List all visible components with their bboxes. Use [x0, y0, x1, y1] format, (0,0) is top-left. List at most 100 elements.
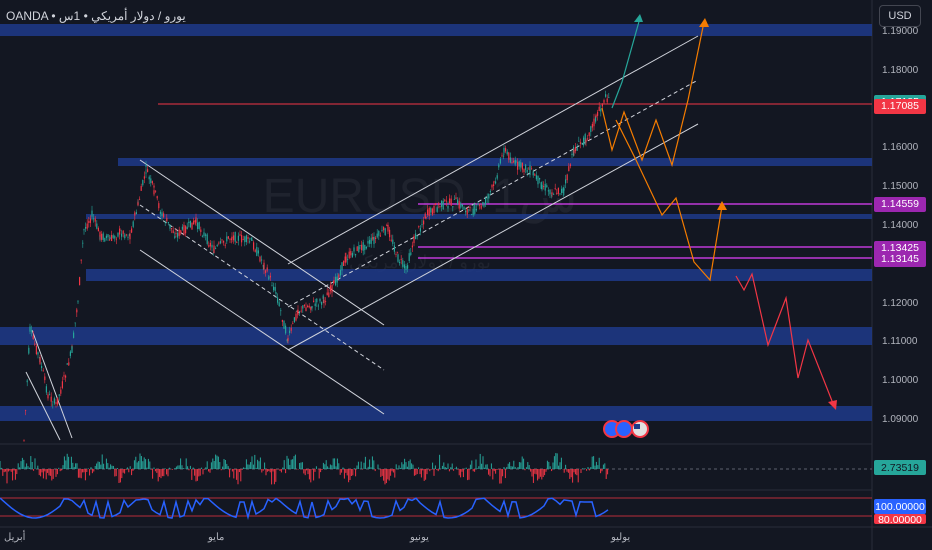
candle-body	[444, 199, 446, 202]
candle-body	[546, 185, 548, 188]
time-label-may: مايو	[208, 532, 225, 543]
candle-body	[139, 198, 141, 200]
candle-body	[407, 265, 409, 269]
candle-body	[89, 218, 91, 223]
candle-body	[372, 237, 374, 240]
neutral-projection-down[interactable]	[615, 119, 723, 282]
candle-body	[244, 236, 246, 243]
candlestick-series[interactable]	[23, 90, 610, 442]
candle-body	[278, 302, 280, 307]
candle-body	[153, 190, 155, 195]
event-icon-eu-2[interactable]	[615, 420, 633, 438]
zone-1142[interactable]	[86, 214, 872, 219]
candle-body	[188, 221, 190, 224]
candle-body	[461, 204, 463, 207]
oscillator-series[interactable]	[0, 453, 609, 485]
zone-119[interactable]	[0, 24, 872, 36]
candle-body	[197, 222, 199, 229]
candle-body	[331, 284, 333, 293]
candle-body	[588, 132, 590, 137]
candle-body	[529, 165, 531, 175]
candle-body	[373, 236, 375, 245]
candle-body	[581, 142, 583, 144]
early-channel[interactable]	[25, 329, 73, 441]
zone-1110[interactable]	[0, 327, 872, 345]
candle-body	[333, 280, 335, 284]
candle-body	[441, 200, 443, 207]
candle-body	[256, 247, 258, 256]
candle-body	[300, 310, 302, 312]
candle-body	[185, 226, 187, 234]
candle-body	[177, 233, 179, 238]
candle-body	[80, 259, 82, 261]
price-chart[interactable]: EURUSD, 1س يورو / دولار أمريكي	[0, 0, 932, 550]
candle-body	[200, 229, 202, 233]
candle-body	[63, 375, 65, 377]
candle-body	[458, 201, 460, 209]
candle-body	[532, 171, 534, 176]
candle-body	[254, 249, 256, 252]
economic-events[interactable]	[603, 420, 649, 438]
candle-body	[77, 301, 79, 303]
candle-body	[32, 335, 34, 340]
candle-body	[57, 397, 59, 405]
neutral-arrowhead-up	[699, 18, 709, 27]
currency-button[interactable]: USD	[879, 5, 921, 27]
candle-body	[69, 351, 71, 356]
candle-body	[402, 260, 404, 267]
candle-body	[579, 142, 581, 144]
candle-body	[541, 184, 543, 190]
candle-body	[203, 232, 205, 237]
candle-body	[31, 330, 33, 332]
candle-body	[143, 176, 145, 179]
candle-body	[102, 233, 104, 240]
candle-body	[566, 174, 568, 181]
candle-body	[498, 164, 500, 168]
candle-body	[397, 252, 399, 254]
candle-body	[598, 106, 600, 112]
candle-body	[506, 151, 508, 155]
zone-1127[interactable]	[86, 269, 872, 281]
candle-body	[353, 247, 355, 252]
candle-body	[326, 292, 328, 296]
rsi-value-tag: 100.00000	[874, 499, 926, 514]
candle-body	[561, 188, 563, 193]
candle-body	[208, 245, 210, 247]
candle-body	[493, 184, 495, 187]
candle-body	[209, 242, 211, 247]
candle-body	[328, 292, 330, 298]
bullish-arrowhead	[634, 14, 643, 22]
candle-body	[114, 236, 116, 239]
price-axis-label: 1.11000	[882, 336, 918, 348]
candle-body	[37, 352, 39, 355]
candle-body	[145, 172, 147, 174]
candle-body	[137, 202, 139, 206]
zone-1155[interactable]	[118, 158, 872, 166]
candle-body	[266, 267, 268, 271]
candle-body	[425, 216, 427, 219]
candle-body	[257, 250, 259, 254]
price-tag: 1.17085	[874, 98, 926, 114]
candle-body	[400, 259, 402, 260]
candle-body	[91, 213, 93, 217]
zone-1091[interactable]	[0, 406, 872, 421]
candle-body	[351, 253, 353, 258]
candle-body	[58, 394, 60, 396]
candle-body	[423, 220, 425, 225]
candle-body	[109, 237, 111, 240]
candle-body	[543, 186, 545, 187]
candle-body	[480, 205, 482, 209]
candle-body	[308, 305, 310, 308]
candle-body	[310, 306, 312, 310]
rsi-line[interactable]	[0, 497, 609, 521]
price-axis-label: 1.12000	[882, 297, 919, 309]
time-label-april: أبريل	[4, 532, 26, 543]
candle-body	[595, 114, 597, 118]
candle-body	[370, 237, 372, 244]
candle-body	[513, 160, 515, 163]
candle-body	[193, 220, 195, 225]
candle-body	[44, 376, 46, 381]
candle-body	[85, 226, 87, 229]
candle-body	[393, 245, 395, 252]
candle-body	[350, 251, 352, 256]
